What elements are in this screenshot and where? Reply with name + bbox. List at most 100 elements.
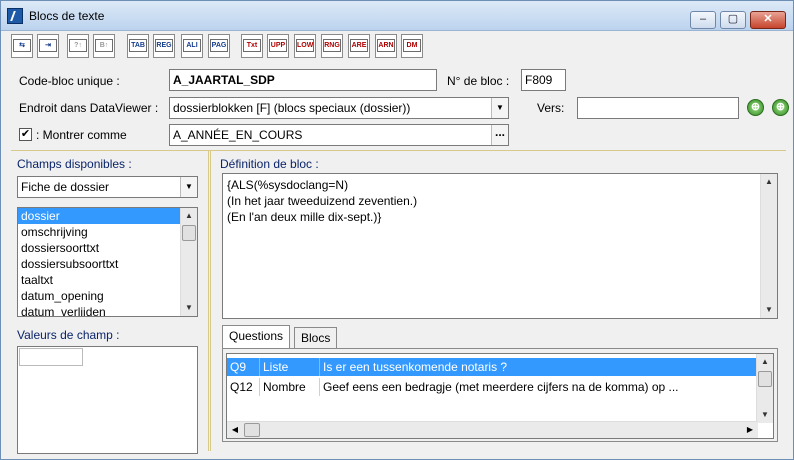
fields-scrollbar[interactable]: ▲ ▼: [180, 208, 197, 316]
toolbar-button-low[interactable]: LOW: [294, 34, 316, 58]
are-label: ARE: [350, 39, 368, 52]
insert-block-icon: ⇆: [13, 39, 31, 52]
toolbar-button-txt[interactable]: Txt: [241, 34, 263, 58]
montrer-checkbox[interactable]: ✔: [19, 128, 32, 141]
toolbar-button-export[interactable]: ⇥: [37, 34, 59, 58]
list-item[interactable]: taaltxt: [18, 272, 197, 288]
arn-label: ARN: [377, 39, 395, 52]
chevron-down-icon[interactable]: ▼: [180, 177, 197, 197]
list-item[interactable]: dossiersubsoorttxt: [18, 256, 197, 272]
list-item[interactable]: dossiersoorttxt: [18, 240, 197, 256]
toolbar-button-b-up[interactable]: B↑: [93, 34, 115, 58]
scroll-left-icon[interactable]: ◀: [227, 422, 243, 438]
scroll-thumb[interactable]: [244, 423, 260, 437]
definition-line: {ALS(%sysdoclang=N): [227, 178, 349, 192]
toolbar-button-pag[interactable]: PAG: [208, 34, 230, 58]
questions-grid[interactable]: Q9 Liste Is er een tussenkomende notaris…: [226, 353, 774, 439]
vers-input[interactable]: [577, 97, 739, 119]
toolbar-button-ali[interactable]: ALI: [181, 34, 203, 58]
table-row[interactable]: Q9 Liste Is er een tussenkomende notaris…: [227, 358, 758, 376]
ali-label: ALI: [183, 39, 201, 52]
scroll-down-icon[interactable]: ▼: [761, 302, 777, 318]
definition-line: (En l'an deux mille dix-sept.)}: [227, 210, 382, 224]
value-cell[interactable]: [19, 348, 83, 366]
definition-label: Définition de bloc :: [220, 157, 319, 171]
fields-list[interactable]: dossier omschrijving dossiersoorttxt dos…: [17, 207, 198, 317]
question-type: Nombre: [260, 378, 320, 396]
window-title: Blocs de texte: [29, 9, 105, 23]
export-icon: ⇥: [39, 39, 57, 52]
toolbar-button-tab[interactable]: TAB: [127, 34, 149, 58]
go-next-icon[interactable]: ⊕: [772, 99, 789, 116]
vers-label: Vers:: [537, 101, 565, 115]
list-item[interactable]: omschrijving: [18, 224, 197, 240]
app-icon: [7, 8, 23, 24]
scroll-thumb[interactable]: [758, 371, 772, 387]
browse-button[interactable]: ...: [491, 125, 508, 145]
questions-hscrollbar[interactable]: ◀ ▶: [227, 421, 758, 438]
restore-button[interactable]: ▢: [720, 11, 746, 29]
definition-editor[interactable]: {ALS(%sysdoclang=N) (In het jaar tweedui…: [222, 173, 778, 319]
montrer-value: A_ANNÉE_EN_COURS: [173, 128, 303, 142]
valeurs-label: Valeurs de champ :: [17, 328, 120, 342]
upp-label: UPP: [269, 39, 287, 52]
champs-select[interactable]: Fiche de dossier ▼: [17, 176, 198, 198]
question-text: Is er een tussenkomende notaris ?: [323, 360, 508, 374]
definition-scrollbar[interactable]: ▲ ▼: [760, 174, 777, 318]
toolbar-button-arn[interactable]: ARN: [375, 34, 397, 58]
definition-line: (In het jaar tweeduizend zeventien.): [227, 194, 418, 208]
scroll-up-icon[interactable]: ▲: [761, 174, 777, 190]
title-bar[interactable]: Blocs de texte – ▢ ✕: [1, 1, 793, 31]
toolbar-button-are[interactable]: ARE: [348, 34, 370, 58]
toolbar-button-dm[interactable]: DM: [401, 34, 423, 58]
list-item[interactable]: dossier: [18, 208, 181, 224]
horizontal-splitter[interactable]: [11, 150, 786, 151]
toolbar-button-rng[interactable]: RNG: [321, 34, 343, 58]
window: Blocs de texte – ▢ ✕ ⇆ ⇥ ?↑ B↑ TAB REG A…: [0, 0, 794, 460]
txt-label: Txt: [243, 39, 261, 52]
endroit-select[interactable]: dossierblokken [F] (blocs speciaux (doss…: [169, 97, 509, 119]
toolbar-button-insert-block[interactable]: ⇆: [11, 34, 33, 58]
vertical-splitter[interactable]: [208, 151, 211, 451]
tab-blocs[interactable]: Blocs: [294, 327, 338, 349]
bloc-number-label: N° de bloc :: [447, 74, 510, 88]
table-row[interactable]: Q12 Nombre Geef eens een bedragje (met m…: [227, 378, 758, 396]
questions-panel: Q9 Liste Is er een tussenkomende notaris…: [222, 348, 778, 442]
low-label: LOW: [296, 39, 314, 52]
montrer-label: : Montrer comme: [36, 128, 127, 142]
minimize-button[interactable]: –: [690, 11, 716, 29]
questions-vscrollbar[interactable]: ▲ ▼: [756, 354, 773, 423]
values-list[interactable]: [17, 346, 198, 454]
scroll-up-icon[interactable]: ▲: [181, 208, 197, 224]
block-up-icon: B↑: [95, 39, 113, 52]
code-label: Code-bloc unique :: [19, 74, 120, 88]
montrer-input[interactable]: A_ANNÉE_EN_COURS ...: [169, 124, 509, 146]
toolbar-button-upp[interactable]: UPP: [267, 34, 289, 58]
code-input[interactable]: A_JAARTAL_SDP: [169, 69, 437, 91]
scroll-up-icon[interactable]: ▲: [757, 354, 773, 370]
scroll-right-icon[interactable]: ▶: [742, 422, 758, 438]
reg-label: REG: [155, 39, 173, 52]
pag-label: PAG: [210, 39, 228, 52]
endroit-label: Endroit dans DataViewer :: [19, 101, 159, 115]
list-item[interactable]: datum_opening: [18, 288, 197, 304]
close-button[interactable]: ✕: [750, 11, 786, 29]
champs-select-value: Fiche de dossier: [21, 180, 110, 194]
bloc-number-input[interactable]: F809: [521, 69, 566, 91]
champs-label: Champs disponibles :: [17, 157, 132, 171]
scroll-down-icon[interactable]: ▼: [757, 407, 773, 423]
tab-questions[interactable]: Questions: [222, 325, 291, 349]
toolbar-button-reg[interactable]: REG: [153, 34, 175, 58]
endroit-value: dossierblokken [F] (blocs speciaux (doss…: [173, 101, 411, 115]
go-icon[interactable]: ⊕: [747, 99, 764, 116]
toolbar-button-up[interactable]: ?↑: [67, 34, 89, 58]
tab-label: TAB: [129, 39, 147, 52]
scroll-down-icon[interactable]: ▼: [181, 300, 197, 316]
move-up-icon: ?↑: [69, 39, 87, 52]
rng-label: RNG: [323, 39, 341, 52]
question-id: Q12: [227, 378, 260, 396]
chevron-down-icon[interactable]: ▼: [491, 98, 508, 118]
question-type: Liste: [260, 358, 320, 376]
scroll-thumb[interactable]: [182, 225, 196, 241]
list-item[interactable]: datum_verlijden: [18, 304, 197, 316]
